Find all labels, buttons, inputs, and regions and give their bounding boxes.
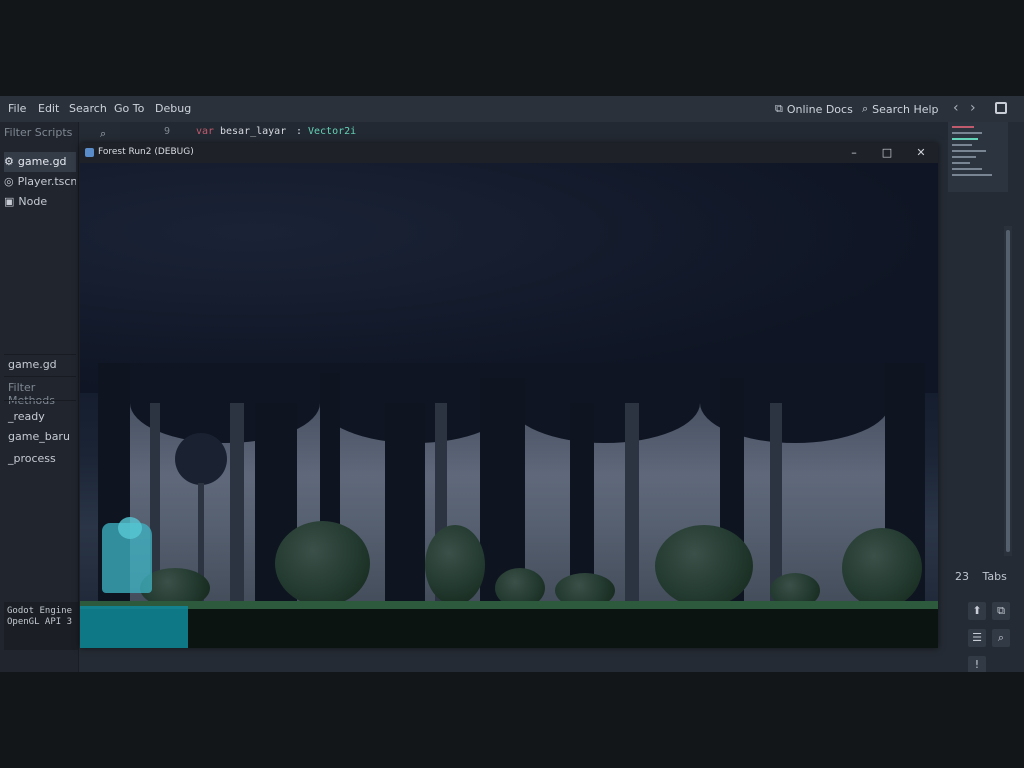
script-item-player-tscn[interactable]: ◎ Player.tscn — [4, 172, 76, 192]
menu-search[interactable]: Search — [69, 102, 107, 115]
tabs-count: 23 — [955, 570, 969, 583]
minimap-line — [952, 138, 978, 140]
search-help-icon: ⌕ — [862, 102, 869, 115]
bush — [425, 525, 485, 605]
minimap-line — [952, 168, 982, 170]
minimize-button[interactable]: – — [842, 145, 866, 161]
menu-go-to[interactable]: Go To — [114, 102, 144, 115]
forest-canopy — [80, 163, 938, 393]
filter-methods-input[interactable]: Filter Methods — [8, 381, 78, 407]
filter-scripts-input[interactable]: Filter Scripts — [4, 126, 114, 144]
code-keyword: var — [196, 126, 215, 137]
line-number: 9 — [164, 126, 171, 137]
menu-edit[interactable]: Edit — [38, 102, 59, 115]
warning-icon[interactable]: ! — [968, 656, 986, 672]
minimap-line — [952, 150, 986, 152]
background-tree-crown — [175, 433, 227, 485]
upload-icon[interactable]: ⬆ — [968, 602, 986, 620]
method-item-ready[interactable]: _ready — [8, 410, 45, 423]
output-line: OpenGL API 3 — [7, 617, 73, 627]
code-minimap[interactable] — [948, 122, 1008, 192]
background-tree — [625, 403, 639, 603]
canopy-arch — [510, 363, 700, 443]
copy-icon[interactable]: ⧉ — [992, 602, 1010, 620]
node-icon: ▣ — [4, 195, 15, 208]
game-window-title: Forest Run2 (DEBUG) — [98, 147, 194, 157]
scene-icon: ◎ — [4, 175, 14, 188]
search-icon[interactable]: ⌕ — [100, 127, 106, 141]
script-item-label: game.gd — [17, 155, 67, 168]
minimap-line — [952, 132, 982, 134]
output-log: Godot Engine OpenGL API 3 — [4, 602, 78, 650]
script-item-label: Player.tscn — [17, 175, 76, 188]
godot-editor: File Edit Search Go To Debug ⧉ Online Do… — [0, 96, 1024, 672]
background-tree — [770, 403, 782, 603]
code-type: Vector2i — [308, 126, 357, 137]
game-viewport[interactable] — [80, 163, 938, 648]
grass-strip — [80, 601, 938, 609]
script-list-panel: Filter Scripts ⌕ ⚙ game.gd ◎ Player.tscn… — [0, 122, 106, 672]
screen-bottom-border — [0, 672, 1024, 768]
foreground-tree — [385, 403, 425, 608]
method-item-game-baru[interactable]: game_baru — [8, 430, 70, 443]
method-item-process[interactable]: _process — [8, 452, 56, 465]
indentation-info[interactable]: 23 Tabs — [955, 570, 1007, 583]
bush — [655, 525, 753, 607]
ground-platform — [80, 603, 938, 648]
script-item-label: Node — [18, 195, 48, 208]
online-docs-label: Online Docs — [786, 102, 853, 116]
minimap-line — [952, 162, 970, 164]
online-docs-button[interactable]: ⧉ Online Docs — [775, 102, 853, 116]
bush — [842, 528, 922, 608]
filter-icon[interactable]: ☰ — [968, 629, 986, 647]
code-scrollbar-thumb[interactable] — [1006, 230, 1010, 552]
divider — [4, 354, 76, 355]
distraction-free-icon[interactable] — [995, 102, 1007, 114]
game-window-titlebar[interactable]: Forest Run2 (DEBUG) – □ ✕ — [80, 143, 938, 163]
player-head — [118, 517, 142, 539]
external-link-icon: ⧉ — [775, 102, 783, 115]
search-help-label: Search Help — [872, 102, 939, 116]
water-tile — [80, 606, 188, 648]
minimap-line — [952, 126, 974, 128]
minimap-line — [952, 174, 992, 176]
godot-icon — [85, 148, 94, 157]
minimap-line — [952, 144, 972, 146]
gear-icon: ⚙ — [4, 155, 14, 168]
search-help-button[interactable]: ⌕ Search Help — [862, 102, 939, 116]
maximize-button[interactable]: □ — [875, 145, 899, 161]
script-item-game-gd[interactable]: ⚙ game.gd — [4, 152, 76, 172]
background-tree — [230, 403, 244, 603]
divider — [4, 376, 76, 377]
close-button[interactable]: ✕ — [909, 145, 933, 161]
search-icon[interactable]: ⌕ — [992, 629, 1010, 647]
current-script-label: game.gd — [8, 358, 57, 371]
menu-file[interactable]: File — [8, 102, 26, 115]
output-line: Godot Engine — [7, 606, 73, 616]
menu-bar: File Edit Search Go To Debug ⧉ Online Do… — [0, 96, 1024, 122]
bush — [275, 521, 370, 606]
game-window[interactable]: Forest Run2 (DEBUG) – □ ✕ — [80, 143, 938, 648]
code-colon: : — [296, 126, 303, 137]
code-identifier: besar_layar — [220, 126, 287, 137]
divider — [4, 400, 76, 401]
script-item-node[interactable]: ▣ Node — [4, 192, 76, 212]
code-editor[interactable]: 9 var besar_layar : Vector2i — [120, 122, 950, 140]
menu-debug[interactable]: Debug — [155, 102, 191, 115]
screen-top-border — [0, 0, 1024, 96]
minimap-line — [952, 156, 976, 158]
tabs-label: Tabs — [982, 570, 1007, 583]
nav-back-button[interactable]: ‹ — [953, 100, 959, 116]
nav-forward-button[interactable]: › — [970, 100, 976, 116]
